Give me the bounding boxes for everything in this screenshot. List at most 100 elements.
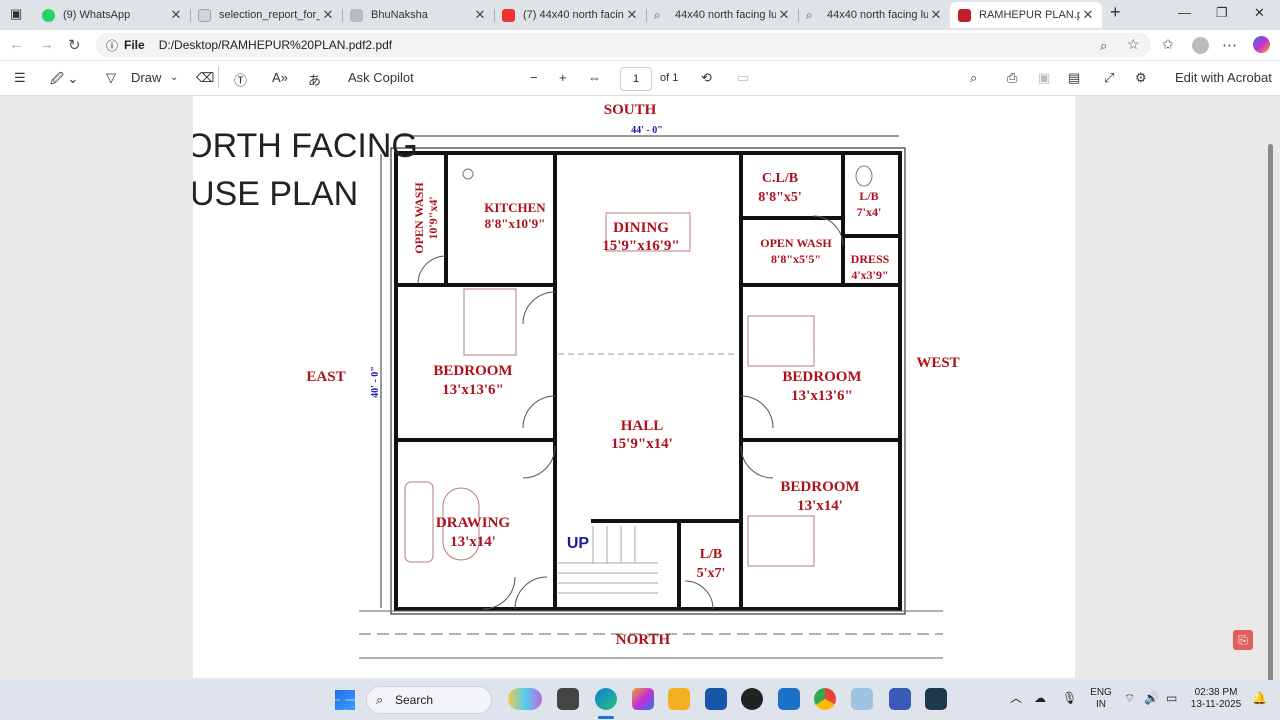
room-size: 8'8"x10'9" — [485, 216, 546, 231]
close-window-icon[interactable]: ✕ — [1254, 5, 1265, 21]
page-number-input[interactable]: 1 — [620, 67, 652, 91]
refresh-icon[interactable]: ↻ — [68, 36, 81, 54]
new-tab-icon[interactable]: + — [1110, 2, 1121, 23]
store-icon[interactable] — [705, 688, 727, 710]
page-view-icon[interactable]: ▭ — [737, 70, 749, 86]
terminal-app-icon[interactable] — [925, 688, 947, 710]
draw-button[interactable]: Draw — [131, 70, 161, 85]
zoom-icon[interactable]: ⌕ — [1100, 38, 1107, 54]
tools-app-icon[interactable] — [851, 688, 873, 710]
microphone-icon[interactable]: 🎙 — [1062, 692, 1077, 704]
r-app-icon[interactable] — [889, 688, 911, 710]
highlight-icon[interactable]: 🖉 ⌄ — [50, 70, 78, 92]
tab-bhunaksha[interactable]: BhuNaksha ✕ — [342, 2, 494, 28]
taskbar: ⌕ Search ︿ ☁ 🎙 ENG IN ⌔ 🔊 ▭ 02:38 PM 13-… — [0, 680, 1280, 720]
chrome-icon[interactable] — [814, 688, 836, 710]
room-name: L/B — [859, 189, 878, 203]
edit-with-acrobat-button[interactable]: Edit with Acrobat — [1175, 70, 1272, 85]
pdf-viewer: SOUTH NORTH EAST WEST 44' - 0" 40' - 0" … — [0, 96, 1280, 680]
search-icon: ⌕ — [654, 7, 661, 22]
chevron-down-icon[interactable]: ⌄ — [170, 72, 178, 83]
tab-ramhepur-pdf[interactable]: RAMHEPUR PLAN.pdf✕ — [950, 2, 1102, 28]
tab-whatsapp[interactable]: (9) WhatsApp ✕ — [34, 2, 190, 28]
room-size: 13'x13'6" — [442, 382, 504, 398]
copilot-icon[interactable] — [1253, 36, 1270, 53]
close-tab-icon[interactable]: ✕ — [928, 7, 944, 23]
stairs-up-label: UP — [567, 535, 590, 552]
outlook-icon[interactable] — [778, 688, 800, 710]
close-tab-icon[interactable]: ✕ — [168, 7, 184, 23]
close-tab-icon[interactable]: ✕ — [776, 7, 792, 23]
eraser-icon[interactable]: ⌫ — [196, 70, 214, 86]
notifications-icon[interactable]: 🔔 — [1252, 692, 1267, 704]
url-field[interactable]: ⓘ File D:/Desktop/RAMHEPUR%20PLAN.pdf2.p… — [96, 33, 1151, 57]
active-app-indicator — [598, 716, 614, 719]
pop-out-icon[interactable]: ⤢ — [1104, 70, 1114, 86]
rotate-icon[interactable]: ⟲ — [701, 70, 712, 86]
start-windows-icon[interactable] — [335, 690, 355, 710]
clock[interactable]: 02:38 PM 13-11-2025 — [1186, 687, 1246, 711]
profile-avatar[interactable] — [1192, 37, 1209, 54]
zoom-in-icon[interactable]: + — [559, 70, 567, 85]
tab-actions-icon[interactable]: ▣ — [10, 6, 22, 22]
battery-icon[interactable]: ▭ — [1166, 692, 1177, 704]
draw-icon[interactable]: ▽ — [106, 70, 116, 86]
find-icon[interactable]: ⌕ — [970, 70, 977, 86]
room-size: 8'8"x5' — [758, 190, 802, 205]
dell-icon[interactable] — [741, 688, 763, 710]
read-aloud-icon[interactable]: A» — [272, 70, 288, 85]
acrobat-floating-icon[interactable]: ⎘ — [1233, 630, 1253, 650]
room-name: HALL — [621, 418, 664, 434]
edge-icon[interactable] — [595, 688, 617, 710]
tab-selection-report[interactable]: selection_report_for_kh✕ — [190, 2, 342, 28]
tab-search-1[interactable]: ⌕ 44x40 north facing luxu✕ — [646, 2, 798, 28]
vertical-scrollbar[interactable] — [1266, 96, 1276, 696]
tab-bar: ▣ (9) WhatsApp✕ selection_report_for_kh✕… — [0, 0, 1280, 30]
room-size: 13'x13'6" — [791, 388, 853, 404]
tab-search-2[interactable]: ⌕ 44x40 north facing luxu✕ — [798, 2, 950, 28]
file-explorer-icon[interactable] — [668, 688, 690, 710]
cloud-icon[interactable]: ☁ — [1034, 692, 1046, 704]
open-wash-left-name: OPEN WASH — [412, 182, 426, 254]
language-indicator[interactable]: ENG IN — [1086, 687, 1116, 711]
search-icon: ⌕ — [376, 692, 384, 707]
restore-icon[interactable]: ❐ — [1216, 5, 1228, 21]
ask-copilot-button[interactable]: Ask Copilot — [348, 70, 414, 85]
minimize-icon[interactable]: — — [1178, 5, 1191, 20]
print-icon[interactable]: ⎙ — [1007, 70, 1017, 86]
task-view-icon[interactable] — [557, 688, 579, 710]
fit-page-icon[interactable]: ⇔ — [588, 70, 601, 85]
favorite-star-icon[interactable]: ☆ — [1127, 36, 1140, 53]
scrollbar-thumb[interactable] — [1268, 144, 1273, 696]
plan-title-line1: 44'x40 NORTH FACING — [193, 127, 418, 165]
volume-icon[interactable]: 🔊 — [1144, 692, 1159, 704]
favorites-icon[interactable]: ✩ — [1162, 36, 1174, 53]
wifi-icon[interactable]: ⌔ — [1124, 692, 1135, 704]
save-as-icon[interactable]: ▤ — [1068, 70, 1080, 86]
contents-icon[interactable]: ☰ — [14, 70, 26, 86]
more-menu-icon[interactable]: ⋯ — [1222, 36, 1237, 54]
tray-chevron-up-icon[interactable]: ︿ — [1010, 692, 1022, 704]
pdf-toolbar: ☰ 🖉 ⌄ ▽ Draw ⌄ ⌫ Ⓣ A» あ Ask Copilot − + … — [0, 61, 1280, 96]
north-label: NORTH — [616, 632, 671, 648]
settings-gear-icon[interactable]: ⚙ — [1135, 70, 1147, 86]
close-tab-icon[interactable]: ✕ — [1080, 7, 1096, 23]
south-label: SOUTH — [604, 102, 657, 118]
room-size: 5'x7' — [697, 566, 726, 581]
close-tab-icon[interactable]: ✕ — [624, 7, 640, 23]
close-tab-icon[interactable]: ✕ — [320, 7, 336, 23]
back-icon[interactable]: ← — [9, 36, 24, 53]
forward-icon[interactable]: → — [39, 36, 54, 53]
room-size: 4'x3'9" — [851, 268, 888, 282]
taskbar-search[interactable]: ⌕ Search — [366, 686, 492, 714]
widgets-icon[interactable] — [508, 688, 542, 710]
room-size: 15'9"x16'9" — [602, 238, 680, 254]
zoom-out-icon[interactable]: − — [530, 70, 538, 85]
save-icon[interactable]: ▣ — [1038, 70, 1050, 86]
close-tab-icon[interactable]: ✕ — [472, 7, 488, 23]
tab-youtube[interactable]: (7) 44x40 north facing h✕ — [494, 2, 646, 28]
copilot-app-icon[interactable] — [632, 688, 654, 710]
text-box-icon[interactable]: Ⓣ — [234, 70, 247, 89]
translate-icon[interactable]: あ — [308, 70, 321, 89]
map-icon — [350, 8, 363, 22]
